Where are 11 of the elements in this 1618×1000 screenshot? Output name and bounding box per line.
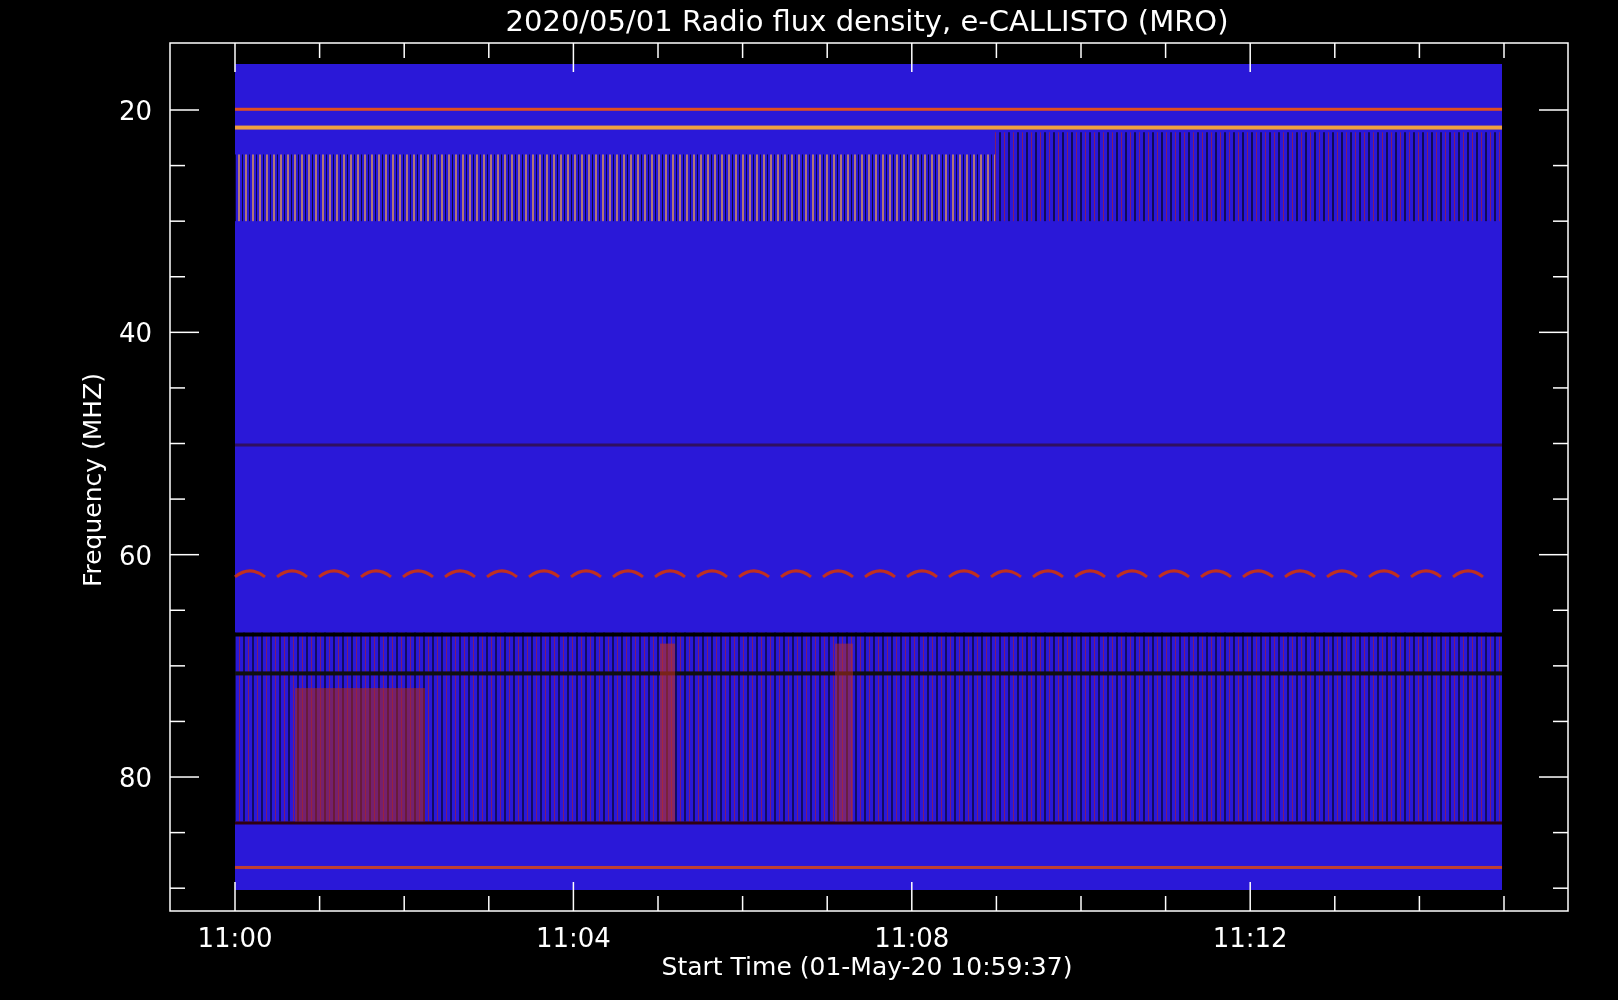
x-tick-label: 11:12: [1212, 923, 1288, 953]
y-tick-label: 80: [118, 763, 152, 793]
x-tick-label: 11:00: [197, 923, 273, 953]
y-axis-label: Frequency (MHZ): [78, 372, 107, 588]
x-tick-label: 11:04: [535, 923, 611, 953]
y-tick-label: 60: [118, 540, 152, 571]
x-tick-label: 11:08: [874, 923, 950, 953]
chart-title: 2020/05/01 Radio flux density, e-CALLISTO (MRO): [505, 4, 1229, 38]
y-tick-label: 20: [118, 96, 152, 126]
y-tick-label: 40: [118, 318, 152, 349]
x-axis-label: Start Time (01-May-20 10:59:37): [661, 952, 1073, 981]
